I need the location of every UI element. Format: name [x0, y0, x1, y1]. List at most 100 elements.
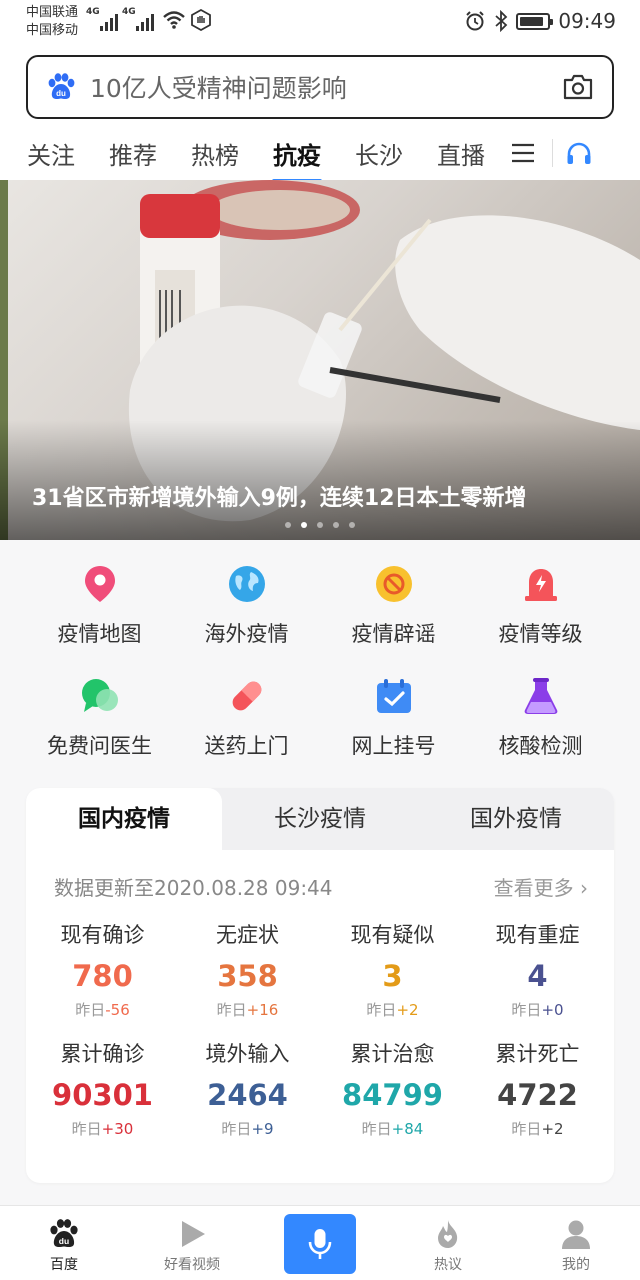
tab-recommend[interactable]: 推荐	[92, 136, 174, 171]
banner-caption[interactable]: 31省区市新增境外输入9例，连续12日本土零新增	[32, 480, 527, 512]
tab-hot[interactable]: 热榜	[174, 136, 256, 171]
alert-siren-icon	[524, 569, 557, 601]
delta-value: +0	[541, 1001, 564, 1019]
stat-label: 现有重症	[495, 923, 580, 947]
globe-icon	[228, 566, 265, 602]
headphone-icon[interactable]	[565, 140, 593, 166]
shortcut-online-registration[interactable]: 网上挂号	[320, 676, 467, 760]
delta-value: +2	[541, 1120, 564, 1138]
signal-icon: 4G	[86, 7, 118, 31]
yesterday-label: 昨日	[511, 1001, 542, 1019]
stat-delta: 昨日+9	[175, 1118, 320, 1139]
tab-follow[interactable]: 关注	[10, 136, 92, 171]
carousel-dots	[0, 522, 640, 528]
stat-delta: 昨日+30	[30, 1118, 175, 1139]
nav-haokan-video[interactable]: 好看视频	[128, 1206, 256, 1280]
svg-text:du: du	[59, 1236, 69, 1246]
stat-label: 无症状	[216, 923, 279, 947]
yesterday-label: 昨日	[221, 1120, 252, 1138]
battery-icon	[516, 12, 554, 30]
stat-label: 现有疑似	[350, 923, 435, 947]
stat-label: 累计死亡	[495, 1042, 580, 1066]
stat-delta: 昨日+16	[175, 999, 320, 1020]
carrier-2: 中国移动	[26, 23, 79, 38]
shortcut-overseas[interactable]: 海外疫情	[173, 564, 320, 648]
tab-domestic[interactable]: 国内疫情	[26, 788, 222, 850]
stat-delta: 昨日+0	[465, 999, 610, 1020]
carousel-dot[interactable]	[349, 522, 355, 528]
update-row: 数据更新至2020.08.28 09:44 查看更多 ›	[26, 850, 614, 901]
nav-voice-search[interactable]	[256, 1206, 384, 1280]
nav-baidu[interactable]: du 百度	[0, 1206, 128, 1280]
channel-tabs: 关注 推荐 热榜 抗疫 长沙 直播	[0, 128, 640, 183]
baidu-paw-icon: du	[50, 1219, 78, 1247]
stat-cell: 境外输入 2464 昨日+9	[175, 1038, 320, 1139]
stat-cell: 现有重症 4 昨日+0	[465, 919, 610, 1020]
shortcut-grid: 疫情地图 海外疫情 疫情辟谣 疫情等级 免费问医生 送药上门 网上挂号 核酸检测	[0, 564, 640, 760]
carrier-1: 中国联通	[26, 5, 79, 20]
flask-icon	[524, 678, 557, 714]
yesterday-label: 昨日	[366, 1001, 397, 1019]
status-bar: 中国联通 中国移动 4G 4G 09:49	[0, 0, 640, 48]
stat-value: 780	[72, 959, 133, 993]
stat-label: 累计治愈	[350, 1042, 435, 1066]
shortcut-rumor[interactable]: 疫情辟谣	[320, 564, 467, 648]
stat-cell: 无症状 358 昨日+16	[175, 919, 320, 1020]
camera-icon[interactable]	[562, 73, 594, 101]
tab-overseas-epidemic[interactable]: 国外疫情	[418, 788, 614, 850]
bluetooth-icon	[495, 10, 508, 32]
stat-label: 境外输入	[205, 1042, 290, 1066]
carousel-dot[interactable]	[333, 522, 339, 528]
tab-changsha[interactable]: 长沙	[338, 136, 420, 171]
nav-hot-discussion[interactable]: 热议	[384, 1206, 512, 1280]
stat-value: 4722	[497, 1078, 578, 1112]
update-time: 数据更新至2020.08.28 09:44	[54, 876, 333, 900]
tab-anti-epidemic[interactable]: 抗疫	[256, 136, 338, 183]
search-placeholder: 10亿人受精神问题影响	[90, 74, 347, 103]
shortcut-free-doctor[interactable]: 免费问医生	[26, 676, 173, 760]
delta-value: -56	[105, 1001, 130, 1019]
stat-value: 2464	[207, 1078, 288, 1112]
svg-text:du: du	[56, 89, 66, 98]
network-type-2: 4G	[122, 7, 136, 17]
map-pin-icon	[84, 566, 115, 602]
no-rumor-icon	[375, 566, 412, 602]
signal-icon: 4G	[122, 7, 154, 31]
stats-grid: 现有确诊 780 昨日-56 无症状 358 昨日+16 现有疑似 3 昨日+2 现有重症 4 昨日+…	[26, 901, 614, 1139]
stat-label: 现有确诊	[60, 923, 145, 947]
news-banner[interactable]: 31省区市新增境外输入9例，连续12日本土零新增	[0, 180, 640, 540]
wifi-icon	[163, 11, 185, 29]
stat-value: 90301	[52, 1078, 153, 1112]
tab-changsha-epidemic[interactable]: 长沙疫情	[222, 788, 418, 850]
carousel-dot-active[interactable]	[301, 522, 307, 528]
stat-delta: 昨日-56	[30, 999, 175, 1020]
shortcut-nucleic-test[interactable]: 核酸检测	[467, 676, 614, 760]
stat-delta: 昨日+2	[465, 1118, 610, 1139]
delta-value: +9	[251, 1120, 274, 1138]
tab-live[interactable]: 直播	[420, 136, 502, 171]
shortcut-medicine-delivery[interactable]: 送药上门	[173, 676, 320, 760]
voice-button[interactable]	[284, 1214, 356, 1274]
menu-icon[interactable]	[510, 142, 536, 164]
baidu-logo-icon: du	[48, 73, 75, 99]
yesterday-label: 昨日	[75, 1001, 106, 1019]
shortcut-level[interactable]: 疫情等级	[467, 564, 614, 648]
carousel-dot[interactable]	[285, 522, 291, 528]
delta-value: +2	[396, 1001, 419, 1019]
epidemic-data-card: 国内疫情 长沙疫情 国外疫情 数据更新至2020.08.28 09:44 查看更…	[26, 788, 614, 1183]
user-icon	[562, 1220, 590, 1249]
network-type-1: 4G	[86, 7, 100, 17]
hand-icon	[191, 9, 211, 31]
nav-mine[interactable]: 我的	[512, 1206, 640, 1280]
stat-cell: 累计治愈 84799 昨日+84	[320, 1038, 465, 1139]
yesterday-label: 昨日	[511, 1120, 542, 1138]
yesterday-label: 昨日	[71, 1120, 102, 1138]
delta-value: +16	[246, 1001, 279, 1019]
shortcut-epidemic-map[interactable]: 疫情地图	[26, 564, 173, 648]
view-more-link[interactable]: 查看更多 ›	[494, 872, 588, 901]
stat-value: 84799	[342, 1078, 443, 1112]
stat-value: 4	[527, 959, 548, 993]
search-box[interactable]: du 10亿人受精神问题影响	[26, 55, 614, 119]
carousel-dot[interactable]	[317, 522, 323, 528]
yesterday-label: 昨日	[216, 1001, 247, 1019]
